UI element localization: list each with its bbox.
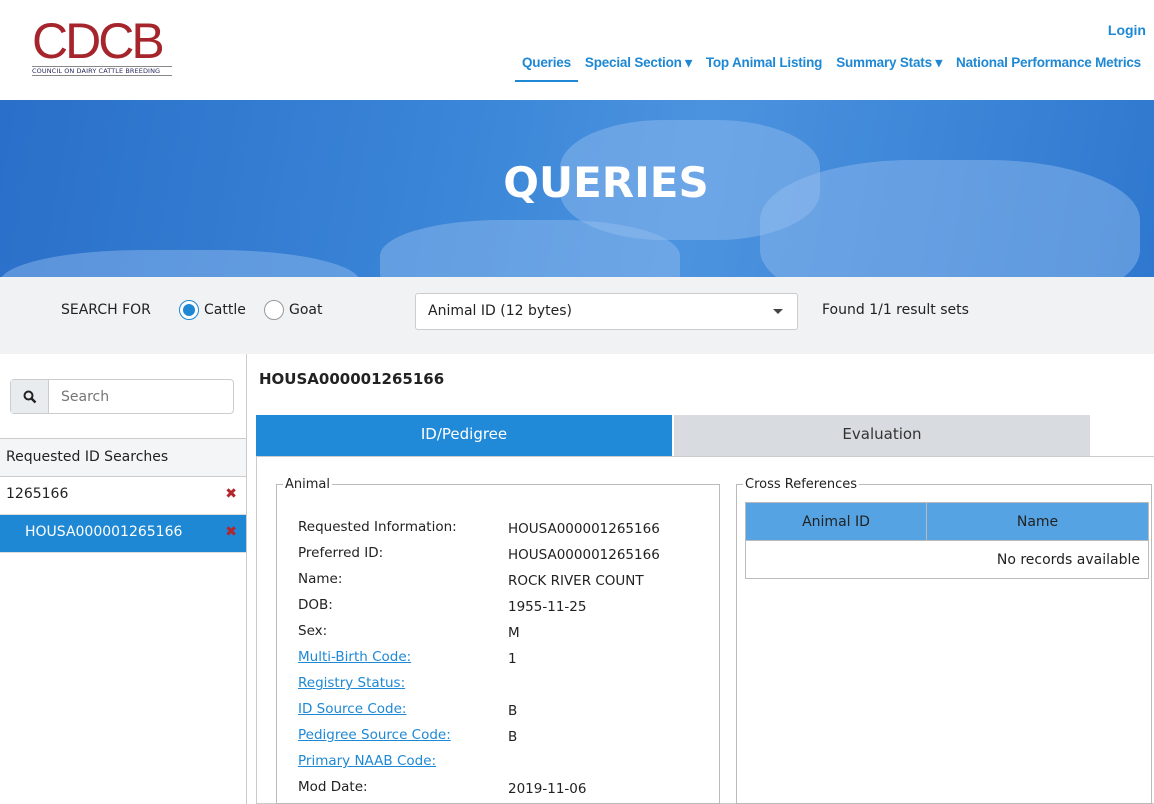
field-label: Sex: — [298, 623, 328, 639]
field-label: Requested Information: — [298, 519, 457, 535]
field-label: Preferred ID: — [298, 545, 384, 561]
hero-shape — [0, 250, 360, 277]
selected-id-type: Animal ID (12 bytes) — [428, 303, 573, 319]
cross-references-legend: Cross References — [745, 477, 858, 492]
field-label[interactable]: Pedigree Source Code: — [298, 727, 451, 743]
tab-evaluation[interactable]: Evaluation — [674, 415, 1090, 456]
login-link[interactable]: Login — [1108, 22, 1146, 38]
nav-national-performance-metrics[interactable]: National Performance Metrics — [949, 53, 1148, 82]
list-item-label: HOUSA000001265166 — [25, 524, 183, 540]
field-value: HOUSA000001265166 — [508, 521, 660, 537]
radio-cattle[interactable]: Cattle — [179, 300, 246, 320]
field-label: Name: — [298, 571, 343, 587]
radio-label: Cattle — [204, 302, 246, 318]
radio-label: Goat — [289, 302, 323, 318]
field-value: 2019-11-06 — [508, 781, 587, 797]
animal-legend: Animal — [285, 477, 330, 492]
result-count: Found 1/1 result sets — [822, 302, 969, 318]
sidebar: Requested ID Searches 1265166 ✖ HOUSA000… — [0, 354, 247, 804]
caret-down-icon — [773, 309, 783, 314]
field-value: M — [508, 625, 520, 641]
requested-searches-heading: Requested ID Searches — [0, 438, 246, 477]
column-name[interactable]: Name — [926, 502, 1149, 541]
remove-icon[interactable]: ✖ — [225, 524, 237, 540]
sidebar-search — [10, 379, 234, 414]
search-for-label: SEARCH FOR — [61, 302, 151, 318]
field-label: DOB: — [298, 597, 333, 613]
hero-banner: QUERIES — [0, 100, 1154, 277]
animal-title: HOUSA000001265166 — [259, 370, 445, 388]
column-animal-id[interactable]: Animal ID — [745, 502, 927, 541]
list-item[interactable]: 1265166 ✖ — [0, 477, 246, 515]
field-value: HOUSA000001265166 — [508, 547, 660, 563]
empty-message: No records available — [745, 540, 1149, 579]
cross-references-table: Animal ID Name No records available — [745, 502, 1149, 579]
remove-icon[interactable]: ✖ — [225, 486, 237, 502]
cdcb-logo[interactable]: CDCB COUNCIL ON DAIRY CATTLE BREEDING — [32, 16, 172, 82]
empty-message-text: No records available — [996, 551, 1140, 568]
page-title: QUERIES — [503, 158, 709, 207]
field-value: B — [508, 703, 518, 719]
field-label[interactable]: Multi-Birth Code: — [298, 649, 411, 665]
radio-goat[interactable]: Goat — [264, 300, 322, 320]
search-bar: SEARCH FOR Cattle Goat Animal ID (12 byt… — [0, 277, 1154, 354]
nav-summary-stats[interactable]: Summary Stats ▾ — [829, 53, 949, 82]
field-value: 1955-11-25 — [508, 599, 587, 615]
header: CDCB COUNCIL ON DAIRY CATTLE BREEDING Lo… — [0, 0, 1154, 100]
radio-unchecked-icon — [264, 300, 284, 320]
list-item-label: 1265166 — [6, 486, 69, 502]
nav-queries[interactable]: Queries — [515, 53, 578, 82]
list-item-selected[interactable]: HOUSA000001265166 ✖ — [0, 515, 246, 553]
field-label[interactable]: Primary NAAB Code: — [298, 753, 436, 769]
tab-id-pedigree[interactable]: ID/Pedigree — [256, 415, 672, 456]
nav-special-section[interactable]: Special Section ▾ — [578, 53, 699, 82]
field-label[interactable]: ID Source Code: — [298, 701, 406, 717]
search-icon — [23, 390, 36, 403]
hero-shape — [380, 220, 680, 277]
search-button[interactable] — [11, 380, 49, 413]
field-label[interactable]: Registry Status: — [298, 675, 405, 691]
nav-top-animal-listing[interactable]: Top Animal Listing — [699, 53, 829, 82]
field-value: ROCK RIVER COUNT — [508, 573, 644, 589]
id-type-select[interactable]: Animal ID (12 bytes) — [415, 293, 798, 330]
field-value: B — [508, 729, 518, 745]
radio-checked-icon — [179, 300, 199, 320]
search-input[interactable] — [49, 380, 233, 413]
field-label: Mod Date: — [298, 779, 368, 795]
field-value: 1 — [508, 651, 517, 667]
main-nav: Queries Special Section ▾ Top Animal Lis… — [515, 53, 1148, 82]
